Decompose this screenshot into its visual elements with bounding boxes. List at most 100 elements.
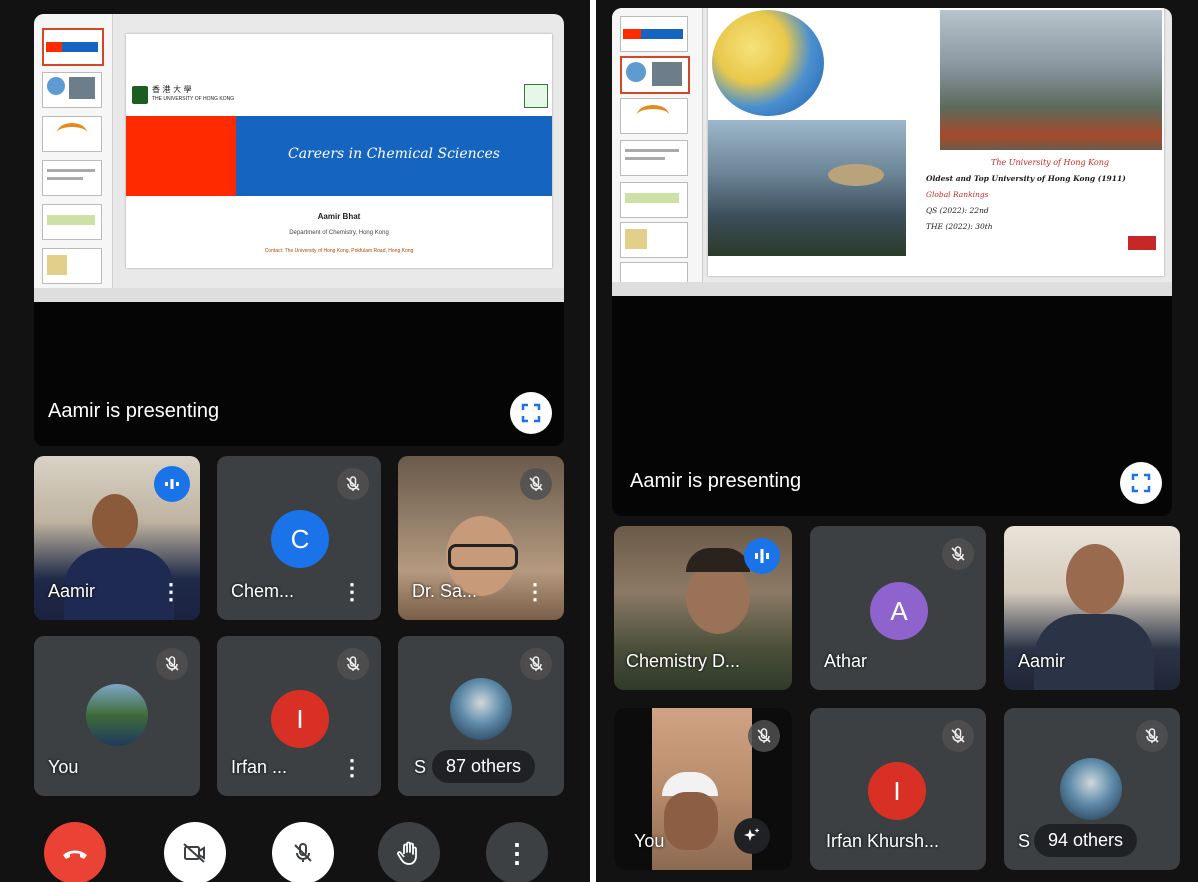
others-count[interactable]: 87 others xyxy=(432,750,536,783)
slide-thumbnail[interactable] xyxy=(620,16,688,52)
participant-name: Athar xyxy=(824,651,868,671)
raise-hand-button[interactable] xyxy=(378,822,440,882)
avatar-letter: A xyxy=(890,595,908,626)
presentation-card: The University of Hong Kong Oldest and T… xyxy=(612,8,1172,516)
globe-image xyxy=(712,10,824,116)
participant-tile[interactable]: Aamir ⋮ xyxy=(34,456,200,620)
participant-avatar xyxy=(450,678,512,740)
app-statusbar xyxy=(34,288,564,302)
slide-thumbnail[interactable] xyxy=(42,28,104,66)
logo-badge xyxy=(524,84,548,108)
slide-thumbnail[interactable] xyxy=(620,98,688,134)
mic-off-indicator xyxy=(337,648,369,680)
app-statusbar xyxy=(612,282,1172,296)
slide-thumbnail[interactable] xyxy=(42,248,102,284)
slide-uni-name-zh: 香 港 大 學 xyxy=(152,85,192,94)
participant-tile[interactable]: You xyxy=(34,636,200,796)
participant-tile[interactable]: S 94 others xyxy=(1004,708,1180,870)
mic-off-icon xyxy=(757,728,771,743)
end-call-icon xyxy=(63,850,87,859)
visual-effects-button[interactable] xyxy=(734,818,770,854)
audio-bars-icon xyxy=(755,549,769,563)
slide-thumbnail[interactable] xyxy=(620,56,690,94)
shared-screen: The University of Hong Kong Oldest and T… xyxy=(612,8,1172,296)
mic-off-icon xyxy=(294,843,312,862)
participant-tile[interactable]: Chemistry D... xyxy=(614,526,792,690)
participant-name: You xyxy=(48,757,79,777)
participant-tile[interactable]: Dr. Sa... ⋮ xyxy=(398,456,564,620)
avatar-letter: C xyxy=(290,523,310,554)
participant-name: Chemistry D... xyxy=(626,651,741,671)
slide-thumbnail[interactable] xyxy=(42,116,102,152)
slide-thumbnail[interactable] xyxy=(42,160,102,196)
participant-name: Aamir xyxy=(1018,651,1066,671)
slide-speaker: Aamir Bhat xyxy=(317,212,361,221)
hku-crest-icon xyxy=(132,86,148,104)
slide-thumbnail[interactable] xyxy=(620,140,688,176)
others-count[interactable]: 94 others xyxy=(1034,824,1138,857)
mic-off-icon xyxy=(346,476,360,491)
slide-thumbnail[interactable] xyxy=(620,222,688,258)
participant-tile[interactable]: I Irfan Khursh... xyxy=(810,708,986,870)
right-meet-screen: The University of Hong Kong Oldest and T… xyxy=(596,0,1198,882)
participant-name: Irfan Khursh... xyxy=(826,831,940,851)
speaking-indicator xyxy=(154,466,190,502)
mic-off-indicator xyxy=(520,468,552,500)
participant-avatar: I xyxy=(271,690,329,748)
shared-screen: 香 港 大 學 THE UNIVERSITY OF HONG KONG Care… xyxy=(34,14,564,302)
participant-more-button[interactable]: ⋮ xyxy=(160,581,182,603)
fullscreen-button[interactable] xyxy=(1120,462,1162,504)
raise-hand-icon xyxy=(397,841,417,865)
left-meet-screen: 香 港 大 學 THE UNIVERSITY OF HONG KONG Care… xyxy=(0,0,590,882)
participant-avatar: C xyxy=(271,510,329,568)
participant-name: Dr. Sa... xyxy=(412,581,478,601)
current-slide: The University of Hong Kong Oldest and T… xyxy=(708,8,1164,276)
participant-more-button[interactable]: ⋮ xyxy=(524,581,546,603)
presenting-label: Aamir is presenting xyxy=(630,470,802,492)
red-banner xyxy=(126,116,236,196)
participant-avatar: I xyxy=(868,762,926,820)
participant-tile[interactable]: S 87 others xyxy=(398,636,564,796)
slide-thumbnail[interactable] xyxy=(42,204,102,240)
slide-thumbnails xyxy=(612,8,703,284)
slide-thumbnail[interactable] xyxy=(620,182,688,218)
slide-thumbnail[interactable] xyxy=(620,262,688,284)
participant-avatar: A xyxy=(870,582,928,640)
participant-avatar xyxy=(1060,758,1122,820)
mic-off-indicator xyxy=(337,468,369,500)
avatar-letter: I xyxy=(296,703,304,734)
slide-thumbnail[interactable] xyxy=(42,72,102,108)
participant-tile[interactable]: You xyxy=(614,708,792,870)
mic-toggle-button[interactable] xyxy=(272,822,334,882)
mic-off-icon xyxy=(529,476,543,491)
more-options-button[interactable]: ⋮ xyxy=(486,822,548,882)
more-vert-icon: ⋮ xyxy=(504,837,530,868)
blue-banner: Careers in Chemical Sciences xyxy=(236,116,552,196)
current-slide: 香 港 大 學 THE UNIVERSITY OF HONG KONG Care… xyxy=(126,34,552,268)
mic-off-indicator xyxy=(942,720,974,752)
audio-bars-icon xyxy=(165,479,179,489)
mic-off-indicator xyxy=(520,648,552,680)
campus-photo xyxy=(708,120,906,256)
camera-off-icon xyxy=(183,843,205,863)
slide-rank-the: THE (2022): 30th xyxy=(926,222,993,231)
fullscreen-button[interactable] xyxy=(510,392,552,434)
participant-name: S xyxy=(414,757,427,777)
participant-tile[interactable]: I Irfan ... ⋮ xyxy=(217,636,381,796)
participant-more-button[interactable]: ⋮ xyxy=(341,757,363,779)
camera-toggle-button[interactable] xyxy=(164,822,226,882)
speaking-indicator xyxy=(744,538,780,574)
end-call-button[interactable] xyxy=(44,822,106,882)
mic-off-icon xyxy=(951,728,965,743)
participant-more-button[interactable]: ⋮ xyxy=(341,581,363,603)
slide-rankings-label: Global Rankings xyxy=(926,190,989,199)
participant-tile[interactable]: Aamir xyxy=(1004,526,1180,690)
participant-name: Chem... xyxy=(231,581,295,601)
slide-corner-logo xyxy=(1128,236,1156,250)
presentation-card: 香 港 大 學 THE UNIVERSITY OF HONG KONG Care… xyxy=(34,14,564,446)
slide-uni-name-en: THE UNIVERSITY OF HONG KONG xyxy=(152,96,235,102)
mic-off-indicator xyxy=(748,720,780,752)
participant-tile[interactable]: C Chem... ⋮ xyxy=(217,456,381,620)
participant-name: Aamir xyxy=(48,581,96,601)
participant-tile[interactable]: A Athar xyxy=(810,526,986,690)
